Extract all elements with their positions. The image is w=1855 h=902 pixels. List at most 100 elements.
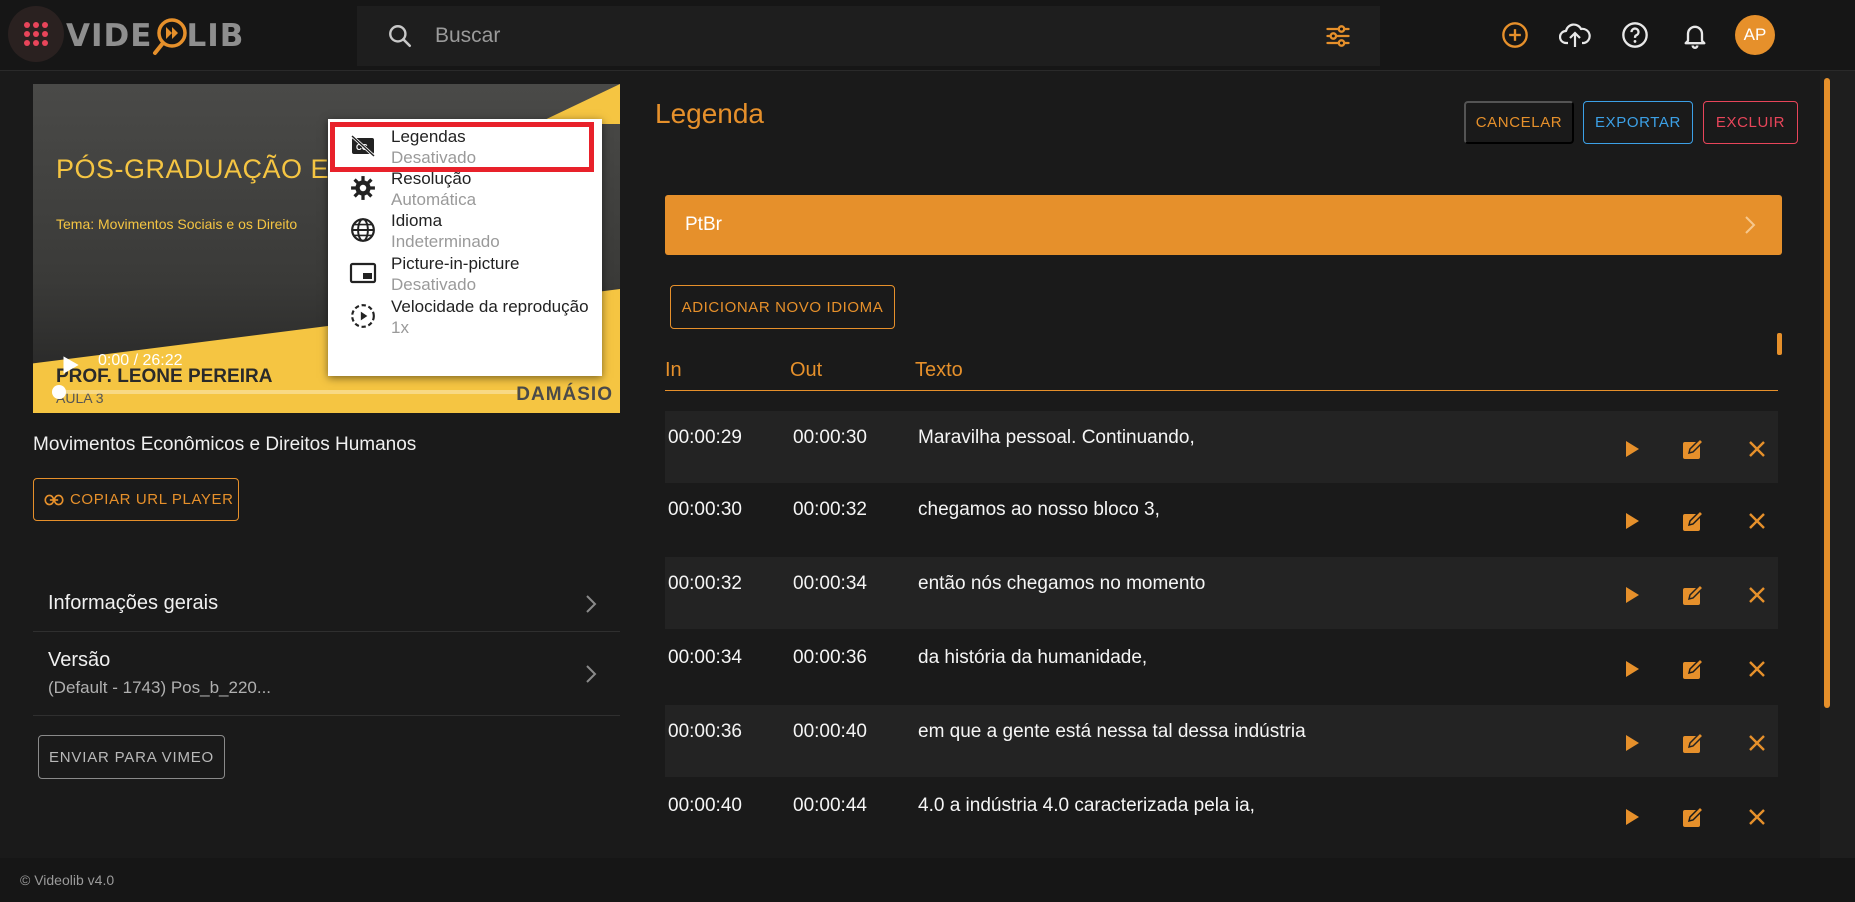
edit-icon: [1683, 805, 1705, 827]
close-icon: [1749, 735, 1765, 751]
notifications-button[interactable]: [1677, 17, 1713, 53]
close-icon: [1749, 661, 1765, 677]
delete-button[interactable]: EXCLUIR: [1703, 101, 1798, 144]
page-scrollbar[interactable]: [1820, 71, 1855, 858]
cell-text: 4.0 a indústria 4.0 caracterizada pela i…: [918, 795, 1255, 816]
play-icon[interactable]: [57, 352, 83, 378]
send-to-vimeo-button[interactable]: ENVIAR PARA VIMEO: [38, 735, 225, 779]
general-info-row[interactable]: Informações gerais: [33, 575, 620, 632]
table-scrollbar[interactable]: [1777, 333, 1782, 355]
add-language-button[interactable]: ADICIONAR NOVO IDIOMA: [670, 285, 895, 329]
cell-text: Maravilha pessoal. Continuando,: [918, 427, 1195, 448]
play-row-button[interactable]: [1618, 435, 1646, 463]
edit-row-button[interactable]: [1679, 581, 1707, 609]
progress-thumb[interactable]: [52, 385, 66, 399]
footer: © Videolib v4.0: [0, 858, 1855, 902]
chevron-right-icon: [586, 595, 597, 613]
menu-item-speed[interactable]: Velocidade da reprodução 1x: [328, 289, 602, 339]
language-bar[interactable]: PtBr: [665, 195, 1782, 255]
play-row-button[interactable]: [1618, 507, 1646, 535]
time-display: 0:00 / 26:22: [98, 352, 183, 369]
play-row-button[interactable]: [1618, 729, 1646, 757]
menu-item-label: Velocidade da reprodução: [391, 297, 589, 316]
table-row: 00:00:29 00:00:30 Maravilha pessoal. Con…: [665, 411, 1778, 483]
export-button[interactable]: EXPORTAR: [1583, 101, 1693, 144]
cancel-button[interactable]: CANCELAR: [1464, 101, 1574, 144]
search-input[interactable]: [435, 18, 1235, 54]
cell-in: 00:00:32: [668, 573, 742, 594]
upload-button[interactable]: [1557, 17, 1593, 53]
close-icon: [1749, 513, 1765, 529]
table-row: 00:00:34 00:00:36 da história da humanid…: [665, 631, 1778, 703]
edit-icon: [1683, 583, 1705, 605]
slide-theme: Tema: Movimentos Sociais e os Direito: [56, 216, 298, 232]
edit-icon: [1683, 509, 1705, 531]
pip-icon: [348, 258, 378, 288]
videolib-logo[interactable]: VIDE LIB: [66, 16, 244, 56]
cell-in: 00:00:36: [668, 721, 742, 742]
play-row-button[interactable]: [1618, 655, 1646, 683]
version-value: (Default - 1743) Pos_b_220...: [48, 678, 272, 697]
subtitle-table-header: In Out Texto: [665, 355, 1778, 391]
progress-bar[interactable]: [57, 390, 517, 394]
table-row: 00:00:30 00:00:32 chegamos ao nosso bloc…: [665, 483, 1778, 555]
footer-text: © Videolib v4.0: [20, 872, 115, 888]
help-button[interactable]: [1617, 17, 1653, 53]
close-icon: [1749, 441, 1765, 457]
language-name: PtBr: [685, 214, 722, 235]
video-title: Movimentos Econômicos e Direitos Humanos: [33, 434, 417, 455]
globe-icon: [348, 215, 378, 245]
play-row-button[interactable]: [1618, 581, 1646, 609]
edit-row-button[interactable]: [1679, 507, 1707, 535]
add-button[interactable]: [1497, 17, 1533, 53]
delete-row-button[interactable]: [1743, 803, 1771, 831]
edit-row-button[interactable]: [1679, 729, 1707, 757]
edit-row-button[interactable]: [1679, 803, 1707, 831]
copy-url-label: COPIAR URL PLAYER: [70, 491, 234, 508]
top-bar: VIDE LIB Buscar AP: [0, 0, 1855, 71]
search-bar: [357, 6, 1380, 66]
play-icon: [1626, 735, 1639, 751]
version-row[interactable]: Versão (Default - 1743) Pos_b_220...: [33, 632, 620, 716]
delete-row-button[interactable]: [1743, 581, 1771, 609]
table-row: 00:00:36 00:00:40 em que a gente está ne…: [665, 705, 1778, 777]
cell-text: em que a gente está nessa tal dessa indú…: [918, 721, 1306, 742]
add-icon: [1502, 22, 1528, 48]
cell-out: 00:00:36: [793, 647, 867, 668]
play-row-button[interactable]: [1618, 803, 1646, 831]
close-icon: [1749, 587, 1765, 603]
edit-row-button[interactable]: [1679, 435, 1707, 463]
cell-out: 00:00:30: [793, 427, 867, 448]
general-info-label: Informações gerais: [48, 592, 219, 614]
version-label: Versão: [48, 649, 111, 671]
user-avatar[interactable]: AP: [1735, 15, 1775, 55]
chevron-right-icon: [1745, 216, 1756, 234]
play-icon: [1626, 587, 1639, 603]
page-scrollbar-thumb[interactable]: [1824, 78, 1830, 708]
delete-row-button[interactable]: [1743, 435, 1771, 463]
cell-in: 00:00:40: [668, 795, 742, 816]
cell-text: da história da humanidade,: [918, 647, 1148, 668]
search-icon[interactable]: [387, 23, 413, 49]
play-icon: [1626, 661, 1639, 677]
copy-url-button[interactable]: COPIAR URL PLAYER: [33, 478, 239, 521]
help-icon: [1622, 22, 1648, 48]
edit-row-button[interactable]: [1679, 655, 1707, 683]
table-row: 00:00:40 00:00:44 4.0 a indústria 4.0 ca…: [665, 779, 1778, 851]
delete-row-button[interactable]: [1743, 729, 1771, 757]
apps-icon: [24, 22, 48, 46]
edit-icon: [1683, 657, 1705, 679]
section-title: Legenda: [655, 98, 765, 129]
captions-off-icon: CC: [348, 131, 378, 161]
play-icon: [1626, 809, 1639, 825]
delete-row-button[interactable]: [1743, 507, 1771, 535]
play-icon: [1626, 513, 1639, 529]
delete-row-button[interactable]: [1743, 655, 1771, 683]
column-text: Texto: [915, 359, 963, 381]
play-icon: [1626, 441, 1639, 457]
logo-text-left: VIDE: [66, 18, 153, 54]
filter-icon[interactable]: [1324, 22, 1352, 50]
apps-menu-button[interactable]: [8, 6, 64, 62]
chevron-right-icon: [586, 665, 597, 683]
menu-item-label: Picture-in-picture: [391, 254, 520, 273]
